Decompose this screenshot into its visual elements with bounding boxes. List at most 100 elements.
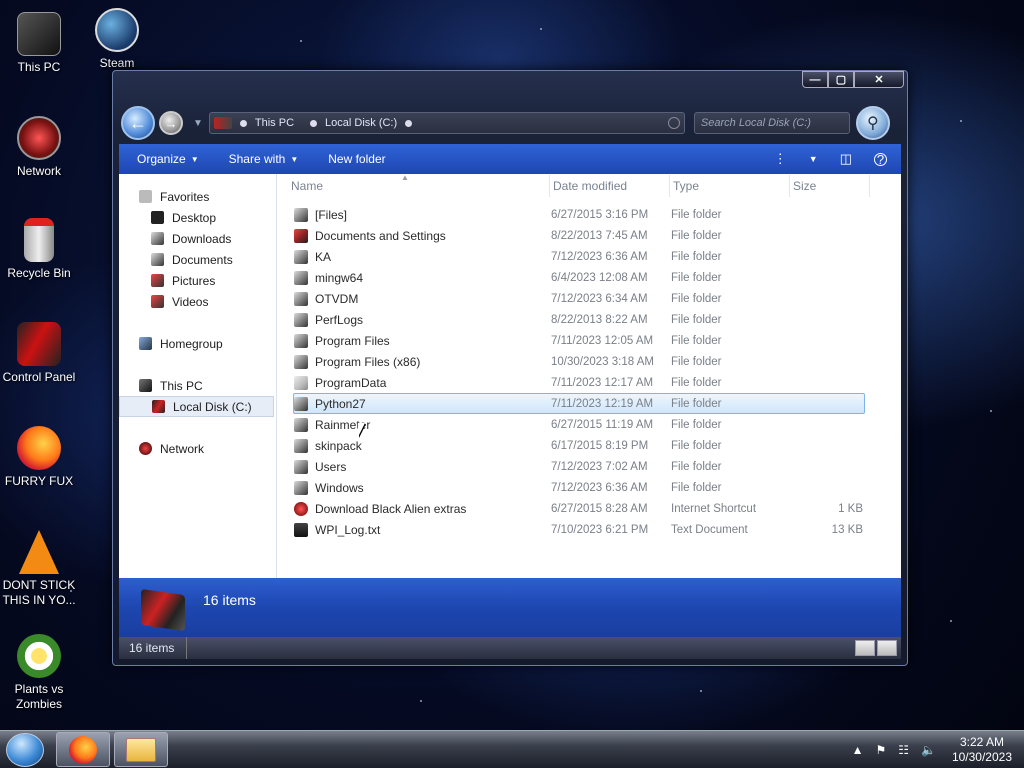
close-button[interactable]: ✕ xyxy=(854,71,904,88)
chevron-down-icon[interactable]: ▼ xyxy=(809,154,818,164)
recent-pages-dropdown[interactable]: ▼ xyxy=(193,118,203,129)
table-row[interactable]: Windows 7/12/2023 6:36 AM File folder xyxy=(293,477,865,498)
desktop-icon-vlc[interactable]: DONT STICK THIS IN YO... xyxy=(0,530,78,608)
column-header-name[interactable]: ▲ Name xyxy=(277,173,550,197)
refresh-icon[interactable] xyxy=(667,117,680,129)
table-row[interactable]: PerfLogs 8/22/2013 8:22 AM File folder xyxy=(293,309,865,330)
table-row[interactable]: ProgramData 7/11/2023 12:17 AM File folder xyxy=(293,372,865,393)
file-date: 8/22/2013 8:22 AM xyxy=(551,313,648,326)
view-options-icon[interactable]: ⋮ xyxy=(774,151,787,167)
table-row[interactable]: skinpack 6/17/2015 8:19 PM File folder xyxy=(293,435,865,456)
file-date: 6/27/2015 3:16 PM xyxy=(551,208,649,221)
nav-this-pc[interactable]: This PC xyxy=(119,375,276,396)
file-name: ProgramData xyxy=(315,375,387,390)
traffic-cone-icon xyxy=(19,530,59,574)
network-status-icon[interactable]: ☷ xyxy=(898,743,909,757)
file-type: File folder xyxy=(671,313,722,326)
file-type: File folder xyxy=(671,250,722,263)
help-icon[interactable]: ? xyxy=(874,152,887,167)
desktop-icon-recycle-bin[interactable]: Recycle Bin xyxy=(0,218,78,281)
table-row[interactable]: Documents and Settings 8/22/2013 7:45 AM F… xyxy=(293,225,865,246)
desktop-icon-firefox[interactable]: FURRY FUX xyxy=(0,426,78,489)
network-globe-icon xyxy=(139,442,152,455)
file-date: 7/12/2023 6:36 AM xyxy=(551,250,648,263)
desktop-icon-steam[interactable]: Steam xyxy=(78,8,156,71)
minimize-button[interactable]: — xyxy=(802,71,828,88)
back-arrow-icon: ← xyxy=(129,112,147,133)
address-bar[interactable]: This PC Local Disk (C:) xyxy=(208,112,685,134)
explorer-window: — ▢ ✕ ← → ▼ This PC Local Disk (C:) Sear… xyxy=(112,70,908,666)
table-row[interactable]: Program Files 7/11/2023 12:05 AM File fold… xyxy=(293,330,865,351)
folder-icon xyxy=(294,396,308,411)
nav-videos[interactable]: Videos xyxy=(119,291,276,312)
nav-local-disk[interactable]: Local Disk (C:) xyxy=(119,396,274,417)
search-input[interactable]: Search Local Disk (C:) xyxy=(693,112,850,134)
show-hidden-icons-icon[interactable]: ▲ xyxy=(852,743,864,757)
folder-icon xyxy=(126,737,156,762)
desktop-icon-label: This PC xyxy=(17,60,61,74)
maximize-button[interactable]: ▢ xyxy=(828,71,854,88)
control-panel-icon xyxy=(17,322,61,366)
nav-favorites[interactable]: Favorites xyxy=(119,186,276,207)
large-icons-view-icon[interactable] xyxy=(877,640,897,656)
table-row-selected[interactable]: Python27 7/11/2023 12:19 AM File folder xyxy=(293,393,865,414)
desktop-icon-control-panel[interactable]: Control Panel xyxy=(0,322,78,385)
taskbar-firefox-button[interactable] xyxy=(56,732,110,767)
clock[interactable]: 3:22 AM 10/30/2023 xyxy=(952,735,1012,765)
details-view-icon[interactable] xyxy=(855,640,875,656)
action-center-flag-icon[interactable]: ⚑ xyxy=(875,743,886,757)
nav-documents[interactable]: Documents xyxy=(119,249,276,270)
computer-icon xyxy=(139,379,152,392)
organize-label: Organize xyxy=(137,152,186,166)
forward-button[interactable]: → xyxy=(159,111,183,135)
table-row[interactable]: OTVDM 7/12/2023 6:34 AM File folder xyxy=(293,288,865,309)
table-row[interactable]: mingw64 6/4/2023 12:08 AM File folder xyxy=(293,267,865,288)
file-date: 7/12/2023 6:36 AM xyxy=(551,481,648,494)
chevron-down-icon: ▼ xyxy=(193,117,203,129)
taskbar-explorer-button[interactable] xyxy=(114,732,168,767)
folder-icon xyxy=(294,333,308,348)
desktop-icon-this-pc[interactable]: This PC xyxy=(0,12,78,75)
volume-icon[interactable]: 🔈 xyxy=(921,743,936,757)
table-row[interactable]: Rainmeter 6/27/2015 11:19 AM File folder xyxy=(293,414,865,435)
nav-downloads[interactable]: Downloads xyxy=(119,228,276,249)
nav-label: Downloads xyxy=(172,231,232,246)
table-row[interactable]: [Files] 6/27/2015 3:16 PM File folder xyxy=(293,204,865,225)
start-button[interactable] xyxy=(6,733,44,767)
nav-label: Videos xyxy=(172,294,209,309)
column-headers: ▲ Name Date modified Type Size xyxy=(277,173,901,198)
new-folder-button[interactable]: New folder xyxy=(328,152,385,166)
flower-icon xyxy=(17,634,61,678)
column-header-size[interactable]: Size xyxy=(790,174,870,197)
breadcrumb-local-disk[interactable]: Local Disk (C:) xyxy=(302,117,420,129)
nav-desktop[interactable]: Desktop xyxy=(119,207,276,228)
preview-pane-icon[interactable]: ◫ xyxy=(840,151,852,167)
breadcrumb-this-pc[interactable]: This PC xyxy=(232,117,294,129)
pictures-icon xyxy=(151,274,164,287)
desktop-icon-label: Steam xyxy=(99,56,135,70)
column-header-type[interactable]: Type xyxy=(670,174,790,197)
homegroup-icon xyxy=(139,337,152,350)
file-type: File folder xyxy=(671,439,722,452)
column-header-date[interactable]: Date modified xyxy=(550,174,670,197)
table-row[interactable]: Download Black Alien extras 6/27/2015 8:2… xyxy=(293,498,865,519)
organize-button[interactable]: Organize ▼ xyxy=(137,152,199,166)
table-row[interactable]: WPI_Log.txt 7/10/2023 6:21 PM Text Documen… xyxy=(293,519,865,540)
nav-pictures[interactable]: Pictures xyxy=(119,270,276,291)
file-date: 6/4/2023 12:08 AM xyxy=(551,271,648,284)
desktop-icon-network[interactable]: Network xyxy=(0,116,78,179)
file-type: File folder xyxy=(671,292,722,305)
nav-network[interactable]: Network xyxy=(119,438,276,459)
table-row[interactable]: Program Files (x86) 10/30/2023 3:18 AM Fil… xyxy=(293,351,865,372)
table-row[interactable]: KA 7/12/2023 6:36 AM File folder xyxy=(293,246,865,267)
folder-icon xyxy=(294,270,308,285)
folder-icon xyxy=(294,249,308,264)
search-button[interactable]: ⚲ xyxy=(855,106,890,140)
nav-homegroup[interactable]: Homegroup xyxy=(119,333,276,354)
table-row[interactable]: Users 7/12/2023 7:02 AM File folder xyxy=(293,456,865,477)
share-with-button[interactable]: Share with ▼ xyxy=(229,152,299,166)
file-type: File folder xyxy=(671,397,722,410)
back-button[interactable]: ← xyxy=(121,106,155,140)
folder-icon xyxy=(294,417,308,432)
desktop-icon-plants-vs-zombies[interactable]: Plants vs Zombies xyxy=(0,634,78,712)
